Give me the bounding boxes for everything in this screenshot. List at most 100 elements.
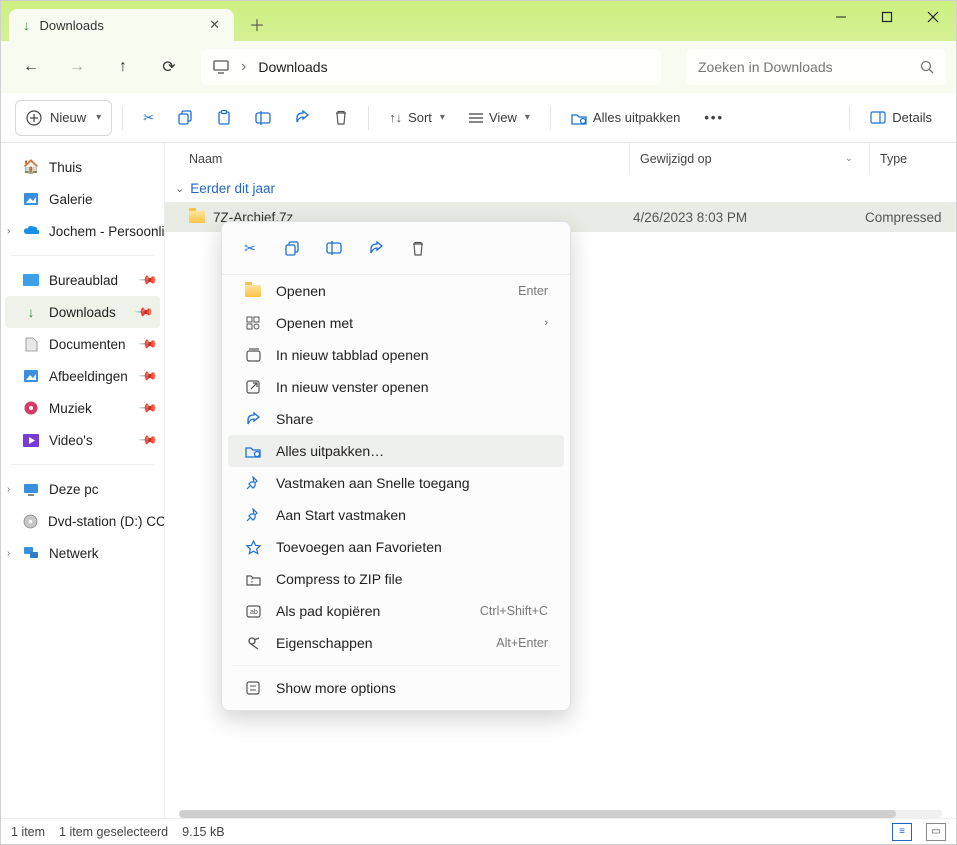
- view-icon: [469, 112, 483, 124]
- new-button[interactable]: Nieuw ▾: [15, 100, 112, 136]
- archive-icon: [189, 211, 205, 223]
- share-button[interactable]: [285, 100, 320, 136]
- col-name[interactable]: Naam: [189, 152, 629, 166]
- sidebar-item-thispc[interactable]: › Deze pc: [1, 473, 164, 505]
- col-type[interactable]: Type: [869, 143, 907, 174]
- ctx-new-window[interactable]: In nieuw venster openen: [228, 371, 564, 403]
- breadcrumb-current[interactable]: Downloads: [258, 59, 327, 75]
- share-icon: [369, 241, 384, 256]
- sidebar-item-dvd[interactable]: Dvd-station (D:) CC: [1, 505, 164, 537]
- chevron-down-icon: ⌄: [175, 182, 184, 195]
- more-icon: [244, 681, 262, 695]
- horizontal-scrollbar[interactable]: [179, 810, 942, 818]
- view-details-button[interactable]: ≡: [892, 823, 912, 841]
- back-button[interactable]: ←: [11, 49, 51, 85]
- col-modified[interactable]: Gewijzigd op⌄: [629, 143, 869, 174]
- sidebar-item-documents[interactable]: Documenten 📌: [1, 328, 164, 360]
- maximize-button[interactable]: [864, 1, 910, 33]
- forward-button[interactable]: →: [57, 49, 97, 85]
- gallery-icon: [23, 191, 39, 207]
- file-modified: 4/26/2023 8:03 PM: [623, 210, 855, 225]
- search-input[interactable]: Zoeken in Downloads: [686, 49, 946, 85]
- view-button[interactable]: View ▾: [459, 100, 540, 136]
- pin-icon: 📌: [138, 398, 158, 418]
- sidebar-item-home[interactable]: 🏠 Thuis: [1, 151, 164, 183]
- ctx-extract-all[interactable]: Alles uitpakken…: [228, 435, 564, 467]
- zip-icon: [244, 573, 262, 586]
- address-bar[interactable]: › Downloads: [201, 49, 661, 85]
- video-icon: [23, 432, 39, 448]
- share-icon: [244, 412, 262, 427]
- sidebar-item-onedrive[interactable]: › Jochem - Persoonli: [1, 215, 164, 247]
- paste-button[interactable]: [207, 100, 241, 136]
- statusbar: 1 item 1 item geselecteerd 9.15 kB ≡ ▭: [1, 818, 956, 844]
- sidebar-item-gallery[interactable]: Galerie: [1, 183, 164, 215]
- share-icon: [295, 110, 310, 125]
- ctx-cut-button[interactable]: ✂: [232, 232, 268, 264]
- status-selected: 1 item geselecteerd: [59, 825, 168, 839]
- titlebar: ↓ Downloads ✕ ＋: [1, 1, 956, 41]
- sidebar-item-network[interactable]: › Netwerk: [1, 537, 164, 569]
- ctx-pin-start[interactable]: Aan Start vastmaken: [228, 499, 564, 531]
- pin-icon: [244, 508, 262, 522]
- cut-button[interactable]: ✂: [133, 100, 164, 136]
- rename-button[interactable]: [245, 100, 281, 136]
- sidebar-item-label: Netwerk: [49, 546, 99, 561]
- pin-icon: [244, 476, 262, 490]
- new-tab-button[interactable]: ＋: [242, 9, 272, 39]
- ctx-delete-button[interactable]: [400, 232, 436, 264]
- ctx-rename-button[interactable]: [316, 232, 352, 264]
- ctx-share[interactable]: Share: [228, 403, 564, 435]
- view-label: View: [489, 110, 517, 125]
- sidebar-item-desktop[interactable]: Bureaublad 📌: [1, 264, 164, 296]
- ctx-pin-quick[interactable]: Vastmaken aan Snelle toegang: [228, 467, 564, 499]
- chevron-down-icon: ▾: [525, 112, 530, 123]
- ctx-open-with[interactable]: Openen met ›: [228, 307, 564, 339]
- copy-icon: [285, 241, 300, 256]
- newwindow-icon: [244, 380, 262, 394]
- sidebar-item-videos[interactable]: Video's 📌: [1, 424, 164, 456]
- tab-downloads[interactable]: ↓ Downloads ✕: [9, 9, 234, 41]
- newtab-icon: [244, 348, 262, 362]
- sort-button[interactable]: ↑↓ Sort ▾: [379, 100, 455, 136]
- minimize-button[interactable]: [818, 1, 864, 33]
- sidebar-item-downloads[interactable]: ↓ Downloads 📌: [5, 296, 160, 328]
- chevron-down-icon: ▾: [440, 112, 445, 123]
- ctx-more-options[interactable]: Show more options: [228, 672, 564, 704]
- chevron-right-icon: ›: [7, 226, 10, 237]
- sidebar-item-label: Jochem - Persoonli: [49, 224, 165, 239]
- sidebar-item-label: Deze pc: [49, 482, 99, 497]
- disc-icon: [23, 513, 38, 529]
- dots-icon: •••: [704, 110, 724, 125]
- separator: [11, 464, 154, 465]
- ctx-favorites[interactable]: Toevoegen aan Favorieten: [228, 531, 564, 563]
- sidebar-item-pictures[interactable]: Afbeeldingen 📌: [1, 360, 164, 392]
- details-pane-button[interactable]: Details: [860, 100, 942, 136]
- scrollbar-thumb[interactable]: [179, 810, 896, 818]
- refresh-button[interactable]: ⟳: [149, 49, 189, 85]
- pc-icon: [23, 481, 39, 497]
- ctx-copy-path[interactable]: ab Als pad kopiëren Ctrl+Shift+C: [228, 595, 564, 627]
- toolbar: Nieuw ▾ ✂ ↑↓ Sort ▾ View ▾ Alles uitpakk…: [1, 93, 956, 143]
- plus-circle-icon: [26, 110, 42, 126]
- extract-icon: [244, 444, 262, 458]
- separator: [232, 665, 560, 666]
- ctx-properties[interactable]: Eigenschappen Alt+Enter: [228, 627, 564, 659]
- ctx-zip[interactable]: Compress to ZIP file: [228, 563, 564, 595]
- group-header[interactable]: ⌄ Eerder dit jaar: [165, 175, 956, 202]
- more-button[interactable]: •••: [694, 100, 734, 136]
- ctx-new-tab[interactable]: In nieuw tabblad openen: [228, 339, 564, 371]
- close-window-button[interactable]: [910, 1, 956, 33]
- copy-button[interactable]: [168, 100, 203, 136]
- up-button[interactable]: ↑: [103, 49, 143, 85]
- ctx-share-button[interactable]: [358, 232, 394, 264]
- ctx-open[interactable]: Openen Enter: [228, 275, 564, 307]
- separator: [11, 255, 154, 256]
- close-tab-icon[interactable]: ✕: [209, 17, 220, 33]
- view-thumbnails-button[interactable]: ▭: [926, 823, 946, 841]
- delete-button[interactable]: [324, 100, 358, 136]
- sidebar-item-music[interactable]: Muziek 📌: [1, 392, 164, 424]
- separator: [368, 106, 369, 130]
- extract-all-button[interactable]: Alles uitpakken: [561, 100, 690, 136]
- ctx-copy-button[interactable]: [274, 232, 310, 264]
